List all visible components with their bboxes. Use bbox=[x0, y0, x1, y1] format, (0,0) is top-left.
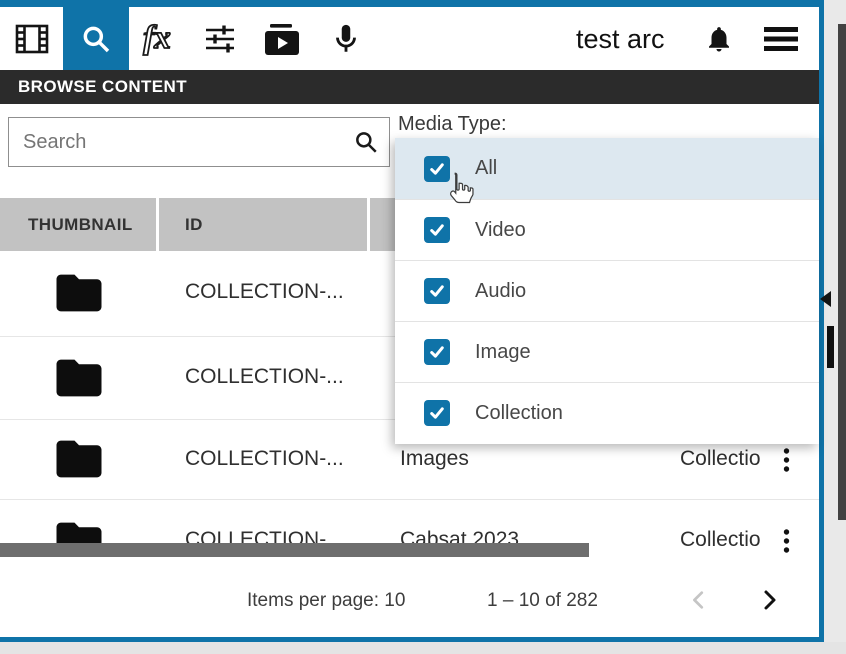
option-label: All bbox=[475, 157, 497, 180]
browser-scrollbar-thumb[interactable] bbox=[827, 326, 834, 368]
search-icon bbox=[80, 23, 112, 55]
cursor-hand-icon bbox=[440, 168, 476, 215]
main-toolbar: fx test arc bbox=[0, 7, 819, 70]
media-type-option-collection[interactable]: Collection bbox=[395, 382, 819, 443]
cell-type: Collectio bbox=[680, 447, 761, 471]
page-range-label: 1 – 10 of 282 bbox=[487, 590, 598, 612]
page-title: BROWSE CONTENT bbox=[0, 77, 187, 97]
media-type-option-audio[interactable]: Audio bbox=[395, 260, 819, 321]
search-input[interactable] bbox=[9, 118, 389, 166]
app-screen: fx test arc bbox=[0, 0, 846, 654]
outer-bottom-strip bbox=[0, 642, 846, 654]
checkbox-checked-icon[interactable] bbox=[424, 217, 450, 243]
cell-type: Collectio bbox=[680, 528, 761, 552]
cell-title: Images bbox=[400, 447, 469, 471]
row-menu-kebab-icon[interactable] bbox=[782, 446, 791, 479]
column-header-thumbnail: THUMBNAIL bbox=[28, 198, 133, 251]
fx-effects-icon[interactable]: fx bbox=[134, 7, 180, 70]
items-per-page-label[interactable]: Items per page: 10 bbox=[247, 590, 405, 612]
previous-page-button[interactable] bbox=[684, 585, 714, 615]
cell-id: COLLECTION-... bbox=[185, 447, 344, 471]
folder-icon[interactable] bbox=[52, 436, 106, 487]
search-box bbox=[8, 117, 390, 167]
column-separator bbox=[367, 198, 370, 251]
folder-icon[interactable] bbox=[52, 270, 106, 321]
horizontal-scrollbar[interactable] bbox=[0, 543, 589, 557]
panel-collapse-arrow-icon[interactable] bbox=[820, 291, 831, 307]
next-page-button[interactable] bbox=[754, 585, 784, 615]
microphone-icon[interactable] bbox=[326, 7, 366, 70]
media-type-option-image[interactable]: Image bbox=[395, 321, 819, 382]
option-label: Collection bbox=[475, 402, 563, 425]
option-label: Video bbox=[475, 219, 526, 242]
column-separator bbox=[156, 198, 159, 251]
app-title: test arc bbox=[576, 24, 665, 55]
search-tab-active[interactable] bbox=[63, 7, 129, 70]
paginator: Items per page: 10 1 – 10 of 282 bbox=[0, 557, 819, 637]
browse-content-header: BROWSE CONTENT bbox=[0, 70, 819, 104]
video-library-icon[interactable] bbox=[260, 7, 304, 70]
search-field-magnifier-icon[interactable] bbox=[353, 129, 379, 160]
option-label: Image bbox=[475, 341, 531, 364]
checkbox-checked-icon[interactable] bbox=[424, 278, 450, 304]
outer-dark-strip bbox=[838, 24, 846, 520]
window-border-top bbox=[0, 0, 824, 7]
media-type-label: Media Type: bbox=[398, 113, 507, 136]
tune-filters-icon[interactable] bbox=[200, 7, 240, 70]
checkbox-checked-icon[interactable] bbox=[424, 400, 450, 426]
option-label: Audio bbox=[475, 280, 526, 303]
film-strip-icon[interactable] bbox=[14, 7, 50, 70]
column-header-id: ID bbox=[185, 198, 203, 251]
checkbox-checked-icon[interactable] bbox=[424, 339, 450, 365]
bell-icon[interactable] bbox=[700, 7, 738, 70]
cell-id: COLLECTION-... bbox=[185, 365, 344, 389]
cell-id: COLLECTION-... bbox=[185, 280, 344, 304]
folder-icon[interactable] bbox=[52, 355, 106, 406]
hamburger-menu-icon[interactable] bbox=[760, 7, 802, 70]
row-menu-kebab-icon[interactable] bbox=[782, 527, 791, 560]
